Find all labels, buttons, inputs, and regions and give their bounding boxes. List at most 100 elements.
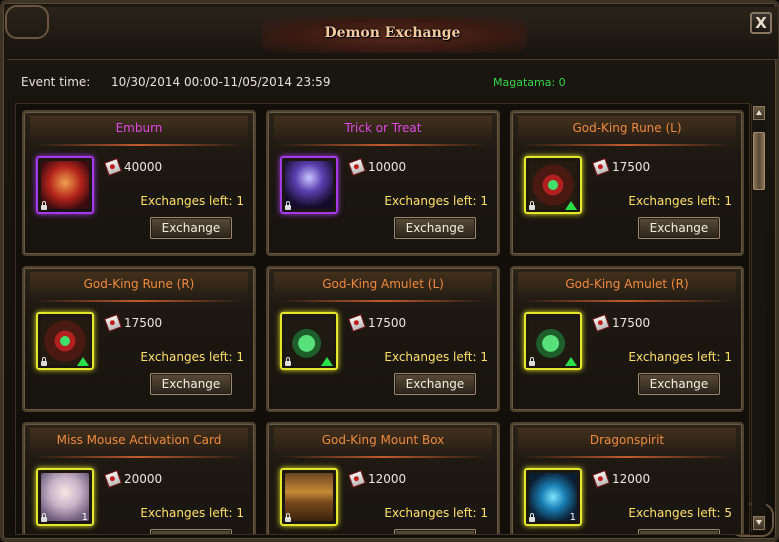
item-name: God-King Rune (L) [572,121,682,135]
item-name: God-King Rune (R) [83,277,195,291]
magatama-price-icon [104,314,122,332]
item-slot[interactable] [36,312,94,370]
card-divider [522,144,732,146]
magatama-price-icon [348,314,366,332]
upgrade-arrow-icon [321,357,333,366]
item-price: 17500 [612,316,651,330]
scroll-up-arrow-icon[interactable] [753,106,765,120]
item-slot[interactable]: 1 [36,468,94,526]
card-divider [278,300,488,302]
exchange-button[interactable]: Exchange [150,373,232,395]
item-slot[interactable] [36,156,94,214]
exchange-button[interactable]: Exchange [394,529,476,534]
exchange-button[interactable]: Exchange [150,529,232,534]
item-name: Dragonspirit [589,433,665,447]
treasure-chest-icon [285,473,333,521]
item-price: 12000 [612,472,651,486]
item-slot[interactable] [524,156,582,214]
upgrade-arrow-icon [77,357,89,366]
magatama-price-icon [592,314,610,332]
exchange-item-card: Emburn 40000 Exchanges left: 1 Exchange [22,110,256,256]
exchange-button[interactable]: Exchange [638,373,720,395]
item-price: 17500 [612,160,651,174]
window-title: Demon Exchange [324,25,461,41]
card-divider [34,456,244,458]
exchange-item-card: Miss Mouse Activation Card 1 20000 Exchange… [22,422,256,534]
item-name: God-King Amulet (L) [322,277,444,291]
item-slot[interactable]: 1 [524,468,582,526]
card-divider [522,300,732,302]
exchange-button[interactable]: Exchange [638,529,720,534]
scrollbar[interactable] [751,104,766,532]
upgrade-arrow-icon [565,201,577,210]
bound-lock-icon [529,513,535,522]
bound-lock-icon [285,357,291,366]
exchange-button[interactable]: Exchange [394,217,476,239]
exchanges-left: Exchanges left: 1 [628,194,732,208]
item-name: Emburn [115,121,163,135]
item-price: 12000 [368,472,407,486]
item-name: God-King Mount Box [321,433,445,447]
item-name: Miss Mouse Activation Card [56,433,222,447]
bound-lock-icon [41,357,47,366]
magatama-price-icon [104,158,122,176]
item-price: 20000 [124,472,163,486]
magatama-price-icon [348,470,366,488]
magatama-price-icon [592,470,610,488]
event-time-value: 10/30/2014 00:00-11/05/2014 23:59 [111,75,331,89]
exchanges-left: Exchanges left: 1 [384,506,488,520]
event-time-label: Event time: [21,75,91,89]
exchanges-left: Exchanges left: 1 [140,350,244,364]
item-name: Trick or Treat [344,121,422,135]
exchange-button[interactable]: Exchange [638,217,720,239]
item-price: 17500 [368,316,407,330]
bound-lock-icon [41,201,47,210]
bound-lock-icon [285,201,291,210]
bound-lock-icon [41,513,47,522]
item-slot[interactable] [280,156,338,214]
demon-mount-icon [41,161,89,209]
item-slot[interactable] [280,468,338,526]
magatama-price-icon [104,470,122,488]
item-quantity: 1 [81,512,88,523]
exchanges-left: Exchanges left: 5 [628,506,732,520]
exchanges-left: Exchanges left: 1 [628,350,732,364]
exchange-button[interactable]: Exchange [394,373,476,395]
item-slot[interactable] [280,312,338,370]
exchanges-left: Exchanges left: 1 [384,194,488,208]
bound-lock-icon [529,357,535,366]
item-name: God-King Amulet (R) [565,277,689,291]
upgrade-arrow-icon [565,357,577,366]
item-slot[interactable] [524,312,582,370]
exchange-item-card: God-King Amulet (R) 17500 Exchanges left: … [510,266,744,412]
bound-lock-icon [285,513,291,522]
demon-exchange-window: Demon Exchange X Event time: 10/30/2014 … [0,0,779,542]
item-price: 17500 [124,316,163,330]
haunted-house-icon [285,161,333,209]
card-divider [278,456,488,458]
card-divider [278,144,488,146]
scroll-thumb[interactable] [753,132,765,190]
card-divider [34,300,244,302]
exchanges-left: Exchanges left: 1 [140,194,244,208]
card-divider [34,144,244,146]
magatama-price-icon [348,158,366,176]
exchange-item-card: Dragonspirit 1 12000 Exchanges left: 5 Excha… [510,422,744,534]
bound-lock-icon [529,201,535,210]
exchanges-left: Exchanges left: 1 [140,506,244,520]
scroll-down-arrow-icon[interactable] [753,516,765,530]
exchange-button[interactable]: Exchange [150,217,232,239]
exchange-item-grid: Emburn 40000 Exchanges left: 1 Exchange Tric… [15,103,750,535]
magatama-balance: Magatama: 0 [493,76,566,89]
close-button[interactable]: X [750,12,772,34]
item-price: 40000 [124,160,163,174]
exchange-item-card: God-King Rune (L) 17500 Exchanges left: 1 E… [510,110,744,256]
exchange-item-card: God-King Mount Box 12000 Exchanges left: 1… [266,422,500,534]
exchange-item-card: Trick or Treat 10000 Exchanges left: 1 Exch… [266,110,500,256]
exchange-item-card: God-King Amulet (L) 17500 Exchanges left: … [266,266,500,412]
exchanges-left: Exchanges left: 1 [384,350,488,364]
event-info-bar: Event time: 10/30/2014 00:00-11/05/2014 … [13,65,772,99]
item-quantity: 1 [569,512,576,523]
exchange-item-card: God-King Rune (R) 17500 Exchanges left: 1 E… [22,266,256,412]
magatama-price-icon [592,158,610,176]
